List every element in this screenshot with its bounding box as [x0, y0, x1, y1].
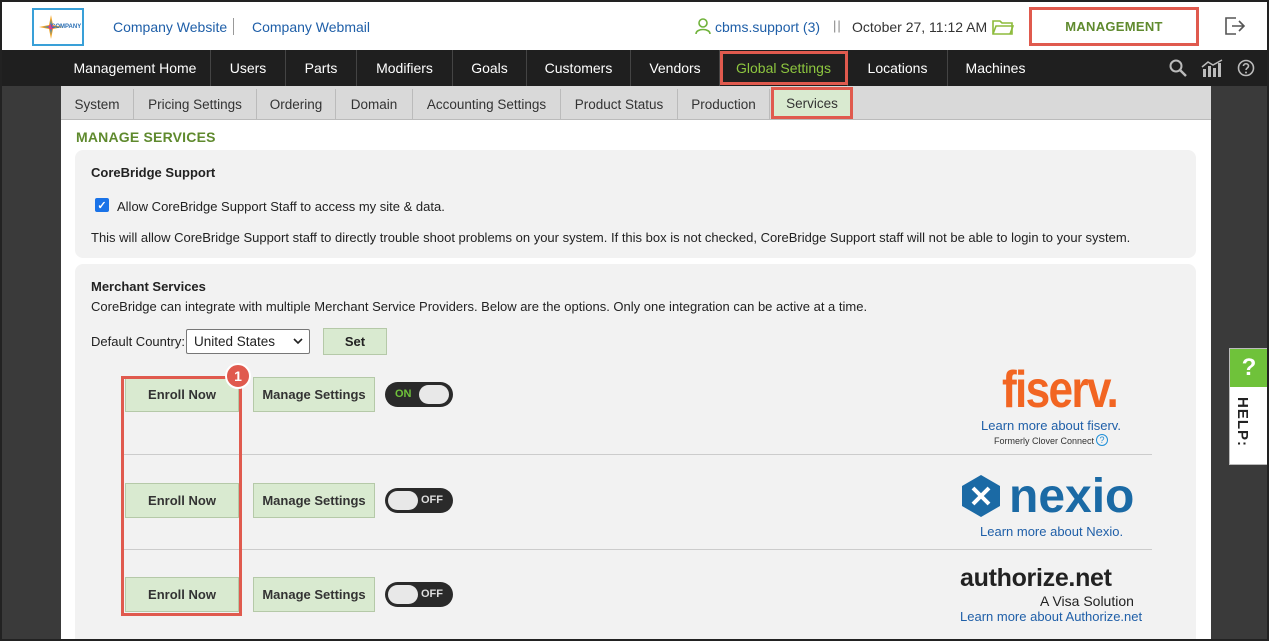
app-frame: COMPANY Company Website Company Webmail …: [0, 0, 1269, 641]
main-navigation: Management Home Users Parts Modifiers Go…: [2, 50, 1267, 86]
tab-domain[interactable]: Domain: [336, 89, 413, 120]
default-country-label: Default Country:: [91, 334, 185, 349]
info-question-icon[interactable]: ?: [1096, 434, 1108, 446]
nav-goals[interactable]: Goals: [453, 50, 527, 86]
nav-machines[interactable]: Machines: [948, 50, 1043, 86]
header-separator: [233, 18, 234, 35]
sub-navigation: System Pricing Settings Ordering Domain …: [61, 86, 1211, 120]
authorize-toggle-label: OFF: [421, 588, 443, 600]
nexio-manage-settings-button[interactable]: Manage Settings: [253, 483, 375, 518]
company-website-link[interactable]: Company Website: [113, 19, 227, 35]
nav-vendors[interactable]: Vendors: [631, 50, 720, 86]
nav-users[interactable]: Users: [211, 50, 286, 86]
toggle-knob: [388, 585, 418, 604]
merchant-title: Merchant Services: [91, 279, 206, 294]
tab-production[interactable]: Production: [678, 89, 770, 120]
nexio-toggle-label: OFF: [421, 494, 443, 506]
nav-parts[interactable]: Parts: [286, 50, 357, 86]
folder-icon[interactable]: [992, 18, 1014, 36]
enroll-highlight-box: [121, 376, 242, 616]
help-question-icon: ?: [1230, 349, 1267, 387]
help-tab[interactable]: ? HELP:: [1229, 348, 1267, 465]
nexio-logo-icon: [962, 475, 1000, 517]
merchant-description: CoreBridge can integrate with multiple M…: [91, 299, 868, 314]
nav-modifiers[interactable]: Modifiers: [357, 50, 453, 86]
row-divider: [124, 454, 1152, 455]
chevron-down-icon: [293, 338, 303, 345]
management-button[interactable]: MANAGEMENT: [1029, 7, 1199, 46]
support-access-checkbox[interactable]: ✓: [95, 198, 109, 212]
set-country-button[interactable]: Set: [323, 328, 387, 355]
tab-system[interactable]: System: [61, 89, 134, 120]
tab-services[interactable]: Services: [771, 87, 853, 119]
fiserv-learn-more-link[interactable]: Learn more about fiserv.: [981, 418, 1121, 433]
user-menu[interactable]: cbms.support (3): [715, 19, 820, 35]
tab-pricing-settings[interactable]: Pricing Settings: [134, 89, 257, 120]
fiserv-formerly-note: Formerly Clover Connect: [994, 436, 1095, 446]
company-logo[interactable]: COMPANY: [32, 8, 84, 46]
help-circle-icon[interactable]: [1237, 59, 1255, 77]
nav-customers[interactable]: Customers: [527, 50, 631, 86]
support-note: This will allow CoreBridge Support staff…: [91, 230, 1131, 245]
nav-locations[interactable]: Locations: [848, 50, 948, 86]
authorize-learn-more-link[interactable]: Learn more about Authorize.net: [960, 609, 1142, 624]
page-title: MANAGE SERVICES: [76, 129, 216, 145]
nexio-logo: nexio: [1009, 470, 1135, 523]
toggle-knob: [419, 385, 449, 404]
authorize-net-logo: authorize.net: [960, 564, 1112, 592]
global-settings-highlight: [720, 51, 848, 85]
fiserv-toggle-label: ON: [395, 388, 412, 400]
tab-accounting-settings[interactable]: Accounting Settings: [413, 89, 561, 120]
toggle-knob: [388, 491, 418, 510]
user-icon: [695, 18, 711, 35]
help-label: HELP:: [1234, 397, 1251, 447]
logout-icon[interactable]: [1224, 16, 1246, 36]
fiserv-logo: fiserv.: [1002, 361, 1119, 419]
search-icon[interactable]: [1169, 59, 1187, 77]
fiserv-toggle[interactable]: ON: [385, 382, 453, 407]
fiserv-manage-settings-button[interactable]: Manage Settings: [253, 377, 375, 412]
step-badge: 1: [225, 363, 251, 389]
analytics-icon[interactable]: [1201, 59, 1223, 77]
default-country-value: United States: [194, 334, 276, 349]
header-double-separator: ||: [833, 18, 842, 33]
tab-ordering[interactable]: Ordering: [257, 89, 336, 120]
top-header: COMPANY Company Website Company Webmail …: [2, 2, 1267, 50]
support-panel: CoreBridge Support ✓ Allow CoreBridge Su…: [75, 150, 1196, 258]
nexio-learn-more-link[interactable]: Learn more about Nexio.: [980, 524, 1123, 539]
logo-text: COMPANY: [51, 24, 82, 30]
nexio-toggle[interactable]: OFF: [385, 488, 453, 513]
support-checkbox-label[interactable]: Allow CoreBridge Support Staff to access…: [117, 199, 445, 214]
row-divider: [124, 549, 1152, 550]
nav-management-home[interactable]: Management Home: [60, 50, 211, 86]
company-webmail-link[interactable]: Company Webmail: [252, 19, 370, 35]
authorize-toggle[interactable]: OFF: [385, 582, 453, 607]
support-title: CoreBridge Support: [91, 165, 216, 180]
authorize-manage-settings-button[interactable]: Manage Settings: [253, 577, 375, 612]
visa-solution-text: A Visa Solution: [1040, 593, 1134, 609]
tab-product-status[interactable]: Product Status: [561, 89, 678, 120]
current-datetime: October 27, 11:12 AM: [852, 19, 988, 35]
default-country-select[interactable]: United States: [186, 329, 310, 354]
